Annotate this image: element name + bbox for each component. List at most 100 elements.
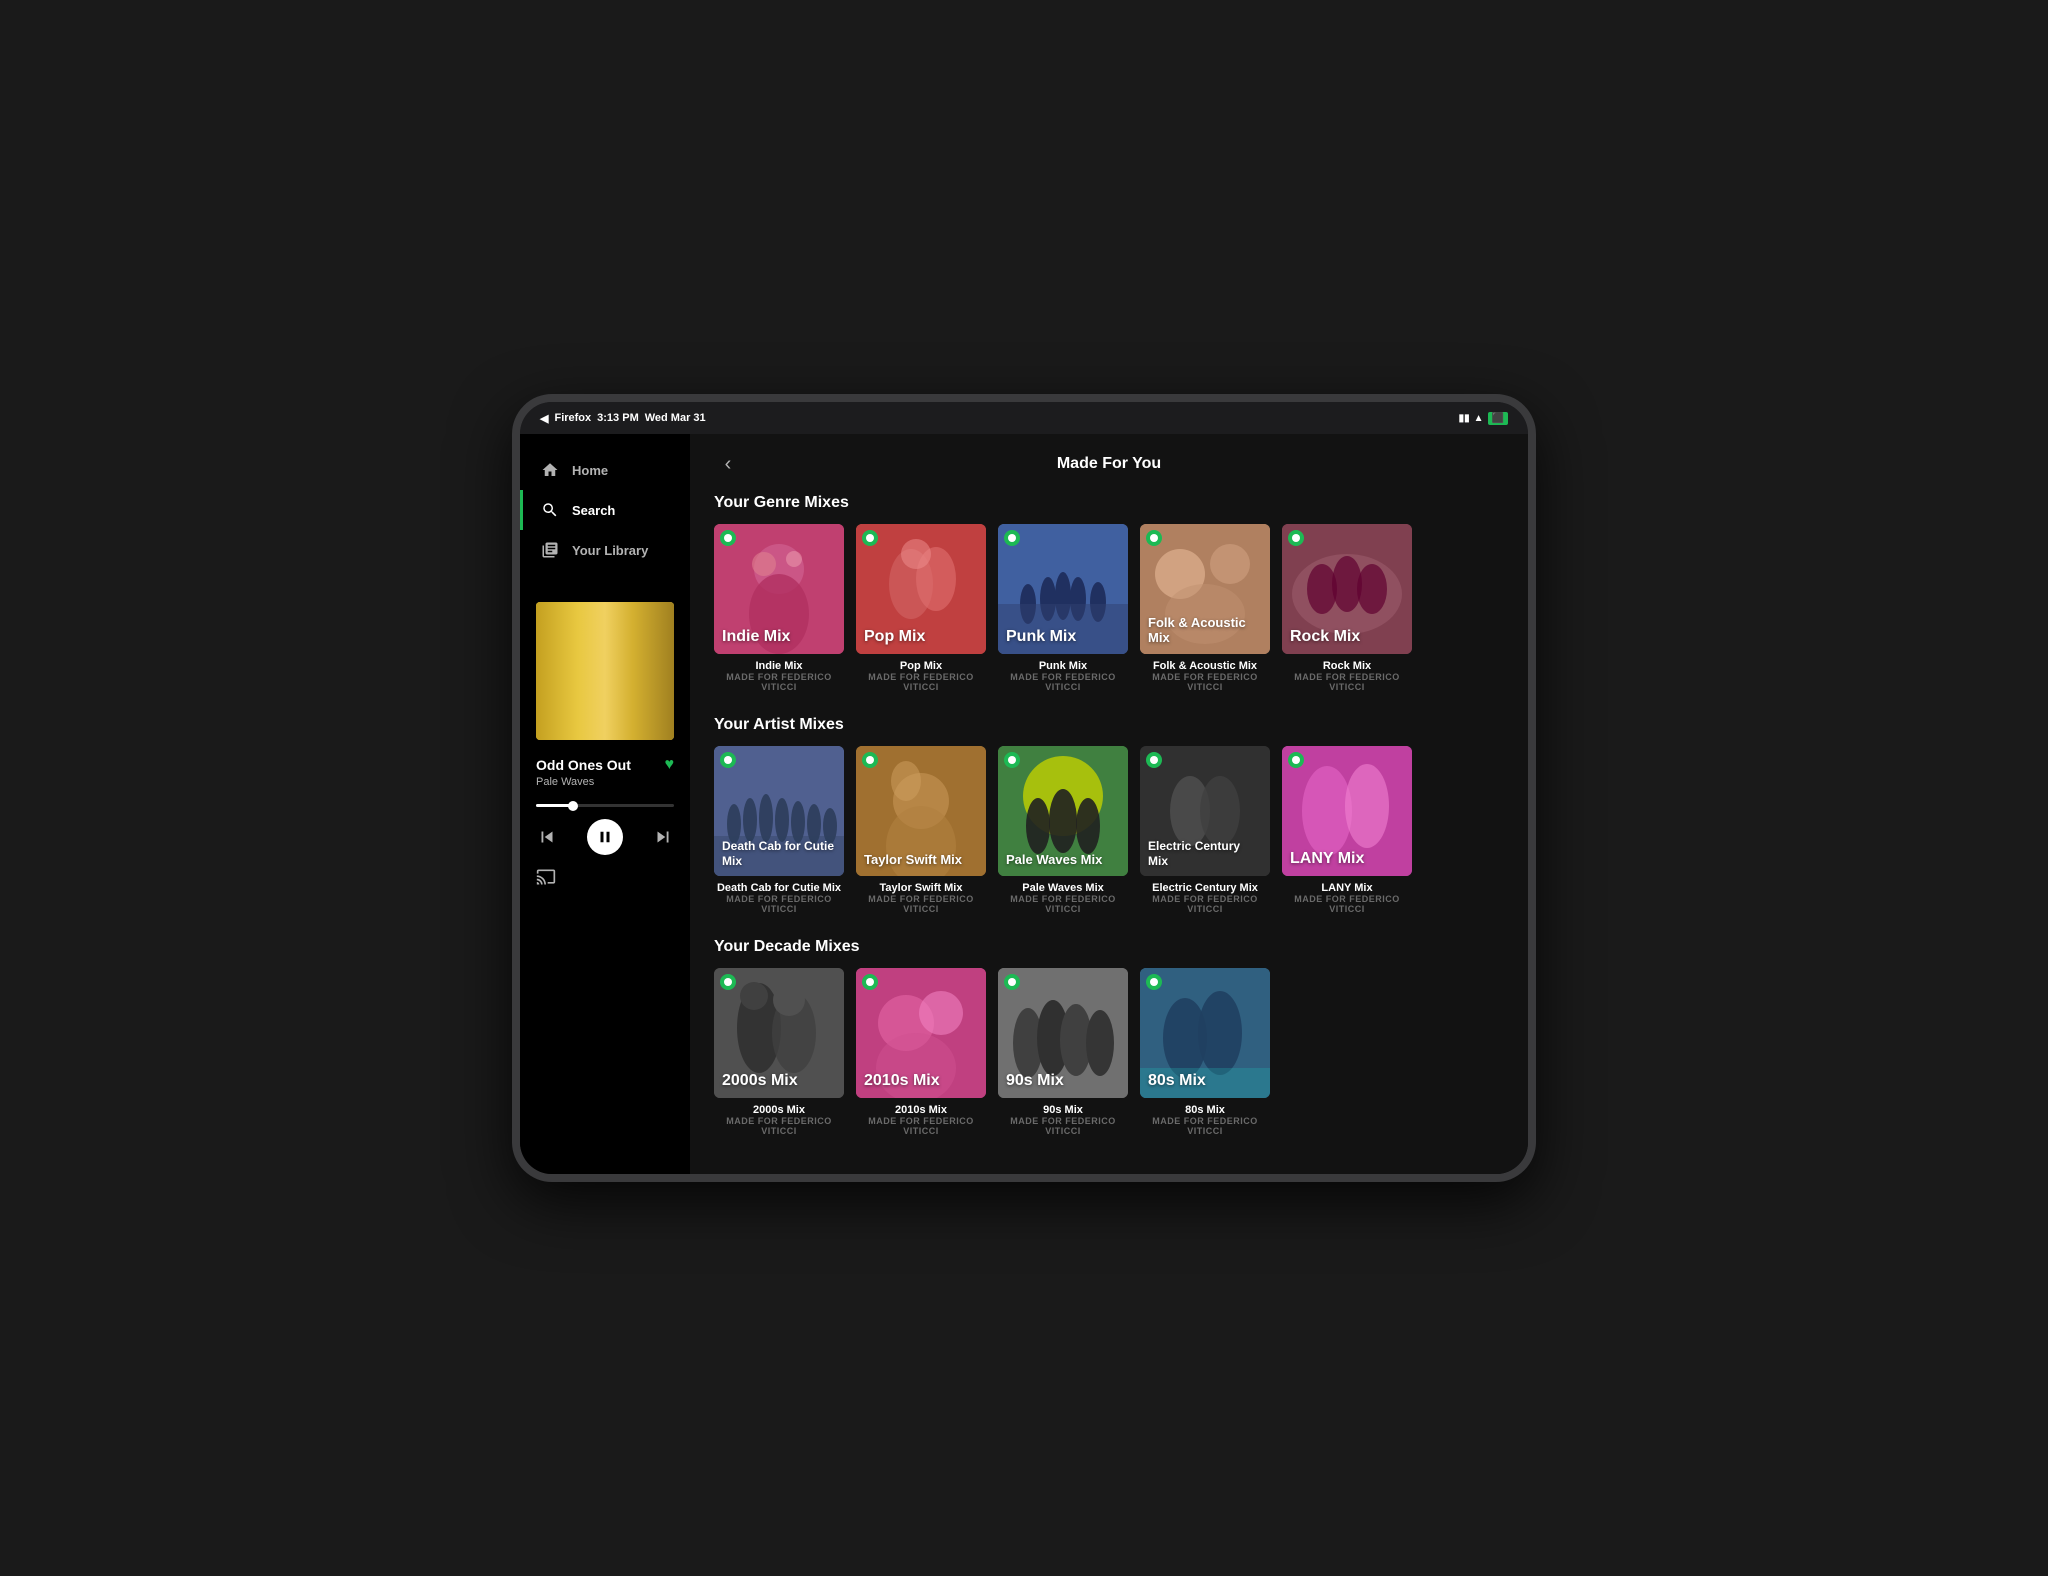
pale-waves-mix-art: Pale Waves Mix [998,746,1128,876]
lany-mix-subtitle: MADE FOR FEDERICO VITICCI [1282,894,1412,914]
2000s-mix-card[interactable]: 2000s Mix 2000s Mix MADE FOR FEDERICO VI… [714,968,844,1136]
spotify-badge [720,752,736,768]
date-label: Wed Mar 31 [645,412,706,424]
90s-mix-label: 90s Mix [998,1063,1128,1098]
dcfc-mix-card[interactable]: Death Cab for Cutie Mix Death Cab for Cu… [714,746,844,914]
2000s-mix-label: 2000s Mix [714,1063,844,1098]
battery-icon: ⬛ [1488,412,1508,425]
ipad-device: ◀ Firefox 3:13 PM Wed Mar 31 ▮▮ ▲ ⬛ Home [512,394,1536,1182]
2010s-mix-label: 2010s Mix [856,1063,986,1098]
dcfc-mix-name: Death Cab for Cutie Mix [714,882,844,894]
sidebar-item-home[interactable]: Home [520,450,690,490]
electric-mix-card[interactable]: Electric Century Mix Electric Century Mi… [1140,746,1270,914]
heart-icon[interactable]: ♥ [665,756,675,774]
punk-mix-subtitle: MADE FOR FEDERICO VITICCI [998,672,1128,692]
library-label: Your Library [572,543,648,558]
taylor-mix-name: Taylor Swift Mix [856,882,986,894]
sidebar: Home Search Your L [520,434,690,1174]
punk-mix-card[interactable]: Punk Mix Punk Mix MADE FOR FEDERICO VITI… [998,524,1128,692]
album-art-svg: PALE WAVES WHO AM I? [536,602,674,740]
2000s-mix-art: 2000s Mix [714,968,844,1098]
folk-mix-card[interactable]: Folk & Acoustic Mix Folk & Acoustic Mix … [1140,524,1270,692]
punk-mix-art: Punk Mix [998,524,1128,654]
now-playing-album-art[interactable]: PALE WAVES WHO AM I? [536,602,674,740]
lany-mix-card[interactable]: LANY Mix LANY Mix MADE FOR FEDERICO VITI… [1282,746,1412,914]
rock-mix-label: Rock Mix [1282,619,1412,654]
indie-mix-label: Indie Mix [714,619,844,654]
signal-icon: ▮▮ [1459,413,1470,424]
pale-waves-mix-label: Pale Waves Mix [998,844,1128,876]
nav-items: Home Search Your L [520,434,690,586]
pop-mix-name: Pop Mix [856,660,986,672]
spotify-badge [1146,974,1162,990]
rock-mix-subtitle: MADE FOR FEDERICO VITICCI [1282,672,1412,692]
pop-mix-label: Pop Mix [856,619,986,654]
page-title: Made For You [758,455,1460,473]
spotify-badge [1146,752,1162,768]
next-button[interactable] [652,826,674,848]
dcfc-mix-label: Death Cab for Cutie Mix [714,831,844,876]
devices-button[interactable] [520,859,690,900]
rock-mix-card[interactable]: Rock Mix Rock Mix MADE FOR FEDERICO VITI… [1282,524,1412,692]
now-playing-artist: Pale Waves [536,776,674,788]
90s-mix-subtitle: MADE FOR FEDERICO VITICCI [998,1116,1128,1136]
indie-mix-name: Indie Mix [714,660,844,672]
progress-bar[interactable] [536,804,674,807]
prev-button[interactable] [536,826,558,848]
time-label: 3:13 PM [597,412,639,424]
punk-mix-label: Punk Mix [998,619,1128,654]
album-art-image: PALE WAVES WHO AM I? [536,602,674,740]
spotify-badge [1288,752,1304,768]
now-playing-info: Odd Ones Out ♥ Pale Waves [520,756,690,796]
sidebar-item-search[interactable]: Search [520,490,690,530]
progress-dot [568,801,578,811]
taylor-mix-card[interactable]: Taylor Swift Mix Taylor Swift Mix MADE F… [856,746,986,914]
artist-mixes-title: Your Artist Mixes [714,716,1504,734]
electric-mix-art: Electric Century Mix [1140,746,1270,876]
pale-waves-mix-card[interactable]: Pale Waves Mix Pale Waves Mix MADE FOR F… [998,746,1128,914]
indie-mix-card[interactable]: Indie Mix Indie Mix MADE FOR FEDERICO VI… [714,524,844,692]
spotify-badge [862,530,878,546]
pale-waves-mix-subtitle: MADE FOR FEDERICO VITICCI [998,894,1128,914]
library-icon [540,540,560,560]
artist-mixes-section: Your Artist Mixes [690,708,1528,930]
home-label: Home [572,463,608,478]
pale-waves-mix-name: Pale Waves Mix [998,882,1128,894]
2000s-mix-subtitle: MADE FOR FEDERICO VITICCI [714,1116,844,1136]
rock-mix-name: Rock Mix [1282,660,1412,672]
spotify-badge [1004,752,1020,768]
sidebar-item-library[interactable]: Your Library [520,530,690,570]
2010s-mix-card[interactable]: 2010s Mix 2010s Mix MADE FOR FEDERICO VI… [856,968,986,1136]
rock-mix-art: Rock Mix [1282,524,1412,654]
pause-button[interactable] [587,819,623,855]
search-icon [540,500,560,520]
pop-mix-card[interactable]: Pop Mix Pop Mix MADE FOR FEDERICO VITICC… [856,524,986,692]
main-content[interactable]: ‹ Made For You Your Genre Mixes [690,434,1528,1174]
progress-fill [536,804,571,807]
taylor-mix-art: Taylor Swift Mix [856,746,986,876]
80s-mix-name: 80s Mix [1140,1104,1270,1116]
punk-mix-name: Punk Mix [998,660,1128,672]
bottom-bar [520,1174,1528,1182]
2010s-mix-art: 2010s Mix [856,968,986,1098]
folk-mix-name: Folk & Acoustic Mix [1140,660,1270,672]
80s-mix-art: 80s Mix [1140,968,1270,1098]
pop-mix-subtitle: MADE FOR FEDERICO VITICCI [856,672,986,692]
2010s-mix-name: 2010s Mix [856,1104,986,1116]
80s-mix-card[interactable]: 80s Mix 80s Mix MADE FOR FEDERICO VITICC… [1140,968,1270,1136]
status-bar: ◀ Firefox 3:13 PM Wed Mar 31 ▮▮ ▲ ⬛ [520,402,1528,434]
taylor-mix-label: Taylor Swift Mix [856,844,986,876]
spotify-badge [1004,974,1020,990]
90s-mix-art: 90s Mix [998,968,1128,1098]
svg-text:PALE WAVES WHO AM I?: PALE WAVES WHO AM I? [565,726,644,732]
indie-mix-art: Indie Mix [714,524,844,654]
2000s-mix-name: 2000s Mix [714,1104,844,1116]
home-icon [540,460,560,480]
90s-mix-card[interactable]: 90s Mix 90s Mix MADE FOR FEDERICO VITICC… [998,968,1128,1136]
spotify-badge [862,974,878,990]
back-arrow: ◀ [540,412,548,425]
electric-mix-name: Electric Century Mix [1140,882,1270,894]
back-button[interactable]: ‹ [714,450,742,478]
80s-mix-subtitle: MADE FOR FEDERICO VITICCI [1140,1116,1270,1136]
genre-mixes-row: Indie Mix Indie Mix MADE FOR FEDERICO VI… [714,524,1504,692]
